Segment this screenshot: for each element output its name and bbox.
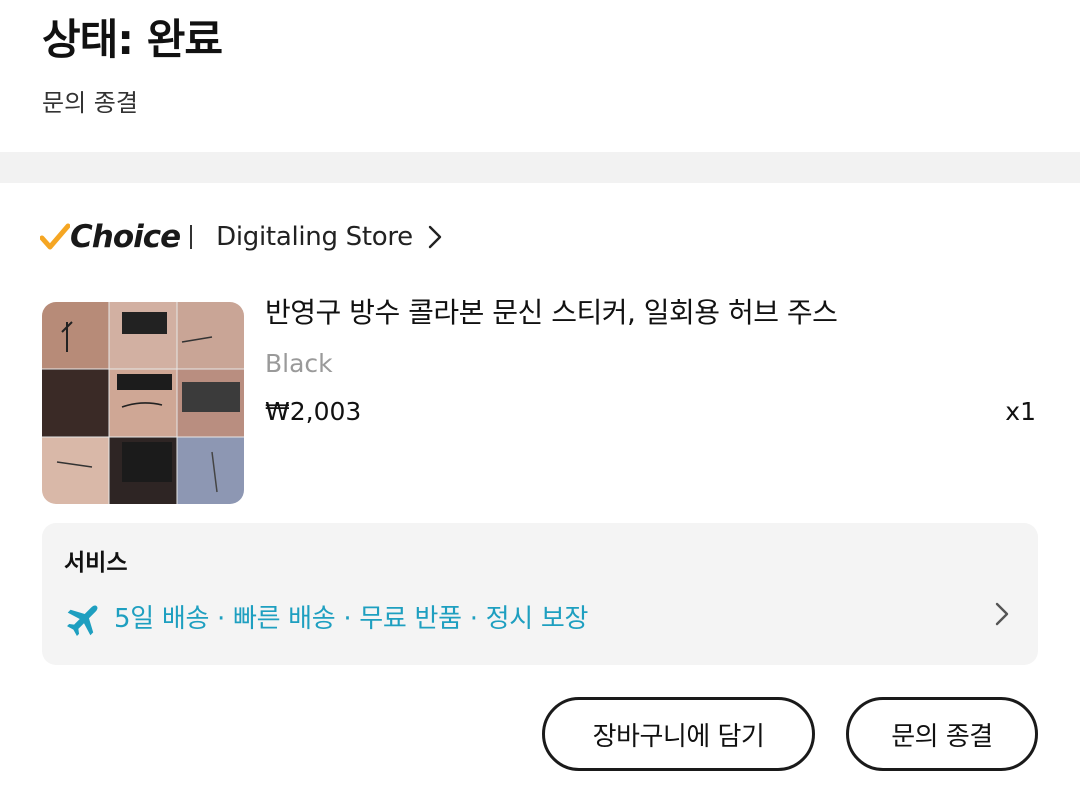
- product-price: ₩2,003: [265, 397, 362, 426]
- product-variant: Black: [265, 349, 333, 378]
- checkmark-icon: [40, 223, 70, 250]
- choice-badge-label: Choice: [70, 219, 181, 255]
- service-details-row: 5일 배송 · 빠른 배송 · 무료 반품 · 정시 보장: [64, 599, 588, 639]
- product-quantity: x1: [1005, 397, 1036, 426]
- chevron-right-icon[interactable]: [427, 224, 443, 250]
- service-panel[interactable]: 서비스 5일 배송 · 빠른 배송 · 무료 반품 · 정시 보장: [42, 523, 1038, 665]
- status-subtitle: 문의 종결: [42, 89, 138, 117]
- page-title: 상태: 완료: [42, 15, 223, 64]
- choice-logo: Choice: [40, 219, 181, 255]
- store-header[interactable]: Choice Digitaling Store: [40, 214, 443, 260]
- section-divider: [0, 152, 1080, 183]
- product-thumbnail-graphic: [42, 302, 244, 504]
- add-to-cart-button[interactable]: 장바구니에 담기: [542, 697, 815, 771]
- service-heading: 서비스: [64, 550, 128, 576]
- separator: [190, 225, 193, 249]
- chevron-right-icon[interactable]: [994, 601, 1010, 627]
- product-image[interactable]: [42, 302, 244, 504]
- store-name[interactable]: Digitaling Store: [216, 222, 413, 252]
- service-details: 5일 배송 · 빠른 배송 · 무료 반품 · 정시 보장: [114, 604, 589, 634]
- close-inquiry-button[interactable]: 문의 종결: [846, 697, 1038, 771]
- product-title[interactable]: 반영구 방수 콜라본 문신 스티커, 일회용 허브 주스: [265, 293, 838, 333]
- airplane-icon: [67, 605, 98, 636]
